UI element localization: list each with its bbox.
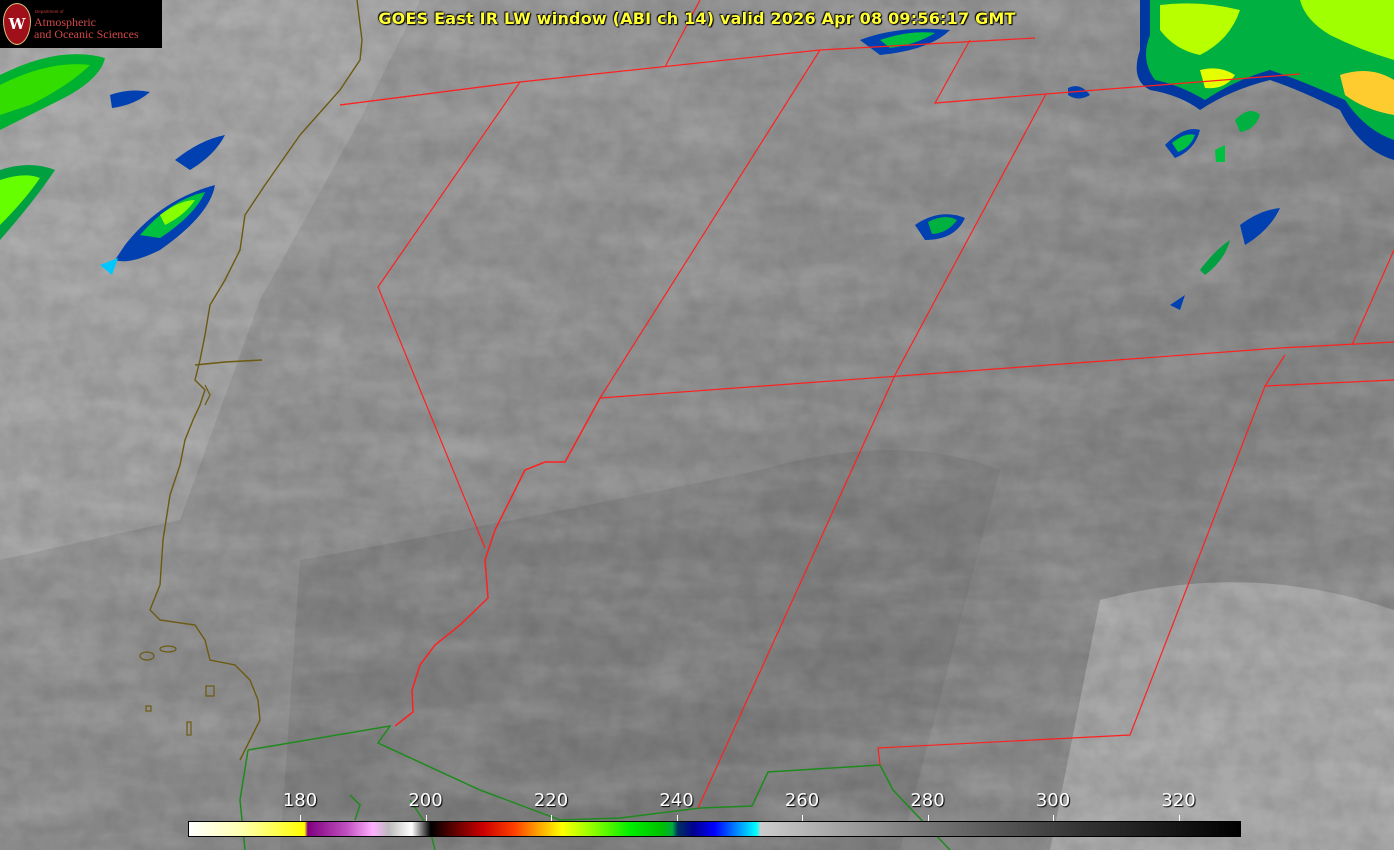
satellite-ir-image bbox=[0, 0, 1394, 850]
colorbar-tick-mark bbox=[1053, 815, 1054, 821]
colorbar-tick-mark bbox=[551, 815, 552, 821]
colorbar-tick-label: 300 bbox=[1035, 790, 1071, 811]
colorbar-tick-label: 260 bbox=[784, 790, 820, 811]
logo-line-2: and Oceanic Sciences bbox=[34, 27, 139, 41]
colorbar-tick-label: 240 bbox=[659, 790, 694, 811]
colorbar-tick-label: 200 bbox=[408, 790, 443, 811]
colorbar-tick-label: 180 bbox=[282, 790, 318, 811]
colorbar-tick-mark bbox=[1178, 815, 1180, 821]
image-title: GOES East IR LW window (ABI ch 14) valid… bbox=[378, 9, 1016, 28]
colorbar-tick-mark bbox=[927, 815, 929, 821]
colorbar-tick-mark bbox=[425, 815, 427, 821]
colorbar-tick-label: 320 bbox=[1161, 790, 1196, 811]
colorbar-tick-label: 220 bbox=[533, 790, 569, 811]
colorbar-tick-mark bbox=[676, 815, 678, 821]
colorbar-tick-label: 280 bbox=[910, 790, 945, 811]
colorbar-tick-mark bbox=[300, 815, 301, 821]
colorbar bbox=[188, 821, 1241, 837]
colorbar-tick-mark bbox=[802, 815, 803, 821]
